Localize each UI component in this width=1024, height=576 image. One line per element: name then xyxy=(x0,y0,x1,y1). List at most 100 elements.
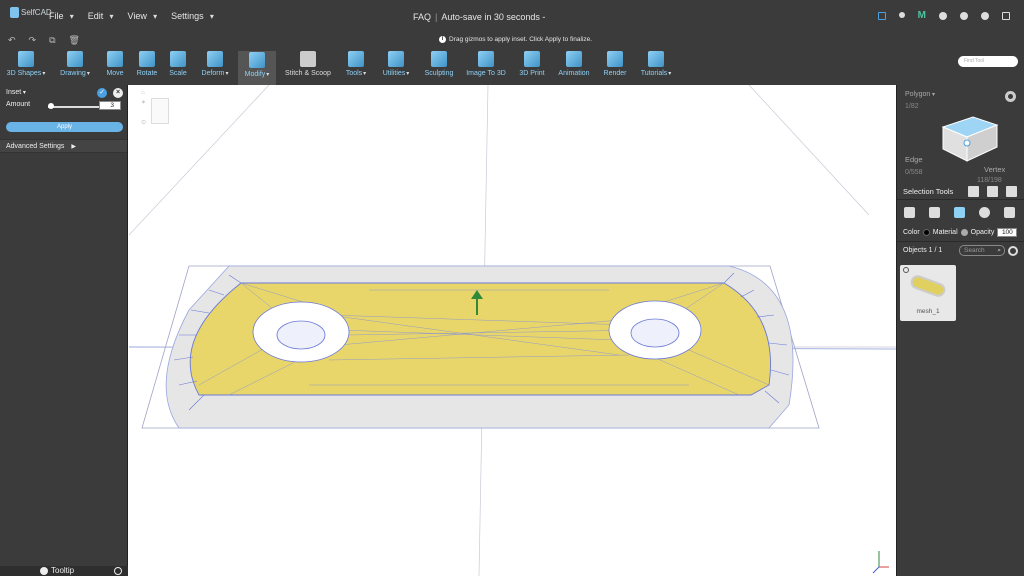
cube-select-icon[interactable] xyxy=(1006,186,1017,197)
sphere-icon[interactable] xyxy=(979,207,990,218)
undo-icon[interactable]: ↶ xyxy=(8,35,16,46)
confirm-check-button[interactable]: ✓ xyxy=(97,88,107,98)
color-swatch[interactable] xyxy=(922,229,930,236)
menu-edit[interactable]: Edit xyxy=(88,11,114,21)
info-icon[interactable] xyxy=(114,567,122,575)
advanced-settings-label: Advanced Settings xyxy=(6,143,65,150)
delete-icon[interactable]: 🗑 xyxy=(69,35,80,46)
faq-link[interactable]: FAQ xyxy=(413,12,431,22)
amount-label: Amount xyxy=(6,101,31,108)
menu-file[interactable]: File xyxy=(49,11,74,21)
tutorials-icon xyxy=(648,51,664,67)
vertex-label: Vertex xyxy=(984,165,1006,174)
perspective-line xyxy=(748,85,870,216)
cube-icon xyxy=(18,51,34,67)
print-icon xyxy=(524,51,540,67)
tool-label: 3D Print xyxy=(519,70,545,77)
copy-icon[interactable]: ⧉ xyxy=(49,35,55,46)
tool-label: Stitch & Scoop xyxy=(285,70,331,77)
paint-select-icon[interactable] xyxy=(987,186,998,197)
selected-cube-icon[interactable] xyxy=(954,207,965,218)
top-icons: M xyxy=(877,11,1010,21)
menu-view[interactable]: View xyxy=(128,11,158,21)
tool-drawing[interactable]: Drawing xyxy=(58,51,92,77)
tool-animation[interactable]: Animation xyxy=(557,51,591,77)
rotate-icon xyxy=(139,51,155,67)
inset-tool-panel: Inset ✓ × Amount 3 Apply Advanced Settin… xyxy=(0,85,128,576)
layered-cube-icon[interactable] xyxy=(929,207,940,218)
stitch-icon xyxy=(300,51,316,67)
render-icon xyxy=(607,51,623,67)
tool-tools[interactable]: Tools xyxy=(343,51,369,77)
top-menu-bar: SelfCAD File Edit View Settings FAQ | Au… xyxy=(0,0,1024,33)
tool-scale[interactable]: Scale xyxy=(167,51,189,77)
tool-3d-print[interactable]: 3D Print xyxy=(518,51,546,77)
solid-cube-icon[interactable] xyxy=(904,207,915,218)
opacity-input[interactable]: 100 xyxy=(997,228,1018,237)
tool-render[interactable]: Render xyxy=(603,51,627,77)
deform-icon xyxy=(207,51,223,67)
tooltip-bar[interactable]: Tooltip xyxy=(0,566,128,576)
share-icon[interactable] xyxy=(898,12,905,18)
tool-label: Rotate xyxy=(136,70,158,77)
tool-label: 3D Shapes xyxy=(7,70,46,77)
tool-utilities[interactable]: Utilities xyxy=(380,51,412,77)
m-brand-icon[interactable]: M xyxy=(918,11,926,21)
amount-input[interactable]: 3 xyxy=(99,101,121,110)
selfcad-logo[interactable]: SelfCAD xyxy=(10,7,52,18)
fullscreen-icon[interactable] xyxy=(1002,12,1010,20)
panel-divider xyxy=(897,199,1024,200)
tool-3d-shapes[interactable]: 3D Shapes xyxy=(6,51,46,77)
tool-sculpting[interactable]: Sculpting xyxy=(423,51,455,77)
tool-deform[interactable]: Deform xyxy=(198,51,232,77)
selection-tool-icons xyxy=(968,186,1017,197)
object-search-input[interactable]: Search ⌕ xyxy=(959,245,1005,256)
edge-count: 0/558 xyxy=(905,169,923,176)
close-x-button[interactable]: × xyxy=(113,88,123,98)
amount-slider-track[interactable] xyxy=(48,106,100,108)
menu-settings[interactable]: Settings xyxy=(171,11,214,21)
user-icon[interactable] xyxy=(960,12,968,20)
redo-icon[interactable]: ↷ xyxy=(29,35,37,46)
settings-gear-icon[interactable] xyxy=(1005,91,1016,102)
selection-mode-dropdown[interactable]: Polygon xyxy=(905,91,935,98)
selection-mode-label: Polygon xyxy=(905,91,935,98)
tool-label: Animation xyxy=(558,70,590,77)
objects-count: Objects 1 / 1 xyxy=(903,247,943,254)
tool-tutorials[interactable]: Tutorials xyxy=(638,51,674,77)
tool-modify[interactable]: Modify xyxy=(238,51,276,85)
tool-label: Image To 3D xyxy=(466,70,506,77)
search-placeholder: Search xyxy=(964,247,985,254)
tool-label: Render xyxy=(603,70,627,77)
scale-icon xyxy=(170,51,186,67)
3d-viewport[interactable]: ⌂ ✶ ⊙ xyxy=(129,85,896,576)
move-icon xyxy=(107,51,123,67)
tool-stitch-scoop[interactable]: Stitch & Scoop xyxy=(284,51,332,77)
tool-image-to-3d[interactable]: Image To 3D xyxy=(465,51,507,77)
image-to-3d-icon xyxy=(478,51,494,67)
material-swatch[interactable] xyxy=(960,229,968,236)
tool-label: Tutorials xyxy=(641,70,672,77)
header-center: FAQ | Auto-save in 30 seconds - xyxy=(413,12,545,22)
selection-cube-widget[interactable] xyxy=(933,109,1003,169)
bell-icon[interactable] xyxy=(939,12,947,20)
wire-cube-icon[interactable] xyxy=(1004,207,1015,218)
apply-button[interactable]: Apply xyxy=(6,122,123,132)
tool-label: Sculpting xyxy=(424,70,454,77)
info-icon[interactable] xyxy=(981,12,989,20)
tool-name-dropdown[interactable]: Inset xyxy=(6,89,26,96)
object-thumbnail[interactable]: mesh_1 xyxy=(900,265,956,321)
main-toolbar: 3D Shapes Drawing Move Rotate Scale Defo… xyxy=(0,48,1024,85)
find-tool-input[interactable]: Find Tool xyxy=(958,56,1018,67)
tool-move[interactable]: Move xyxy=(104,51,126,77)
autosave-status: Auto-save in 30 seconds - xyxy=(441,12,546,22)
advanced-settings-toggle[interactable]: Advanced Settings ▶ xyxy=(0,139,127,153)
tooltip-icon xyxy=(40,567,48,575)
visibility-toggle-icon[interactable] xyxy=(903,267,909,273)
save-icon[interactable] xyxy=(877,12,886,20)
box-select-icon[interactable] xyxy=(968,186,979,197)
hint-text: Drag gizmos to apply inset. Click Apply … xyxy=(449,36,593,43)
amount-slider-handle[interactable] xyxy=(48,103,54,109)
object-settings-gear-icon[interactable] xyxy=(1008,246,1018,256)
tool-rotate[interactable]: Rotate xyxy=(136,51,158,77)
